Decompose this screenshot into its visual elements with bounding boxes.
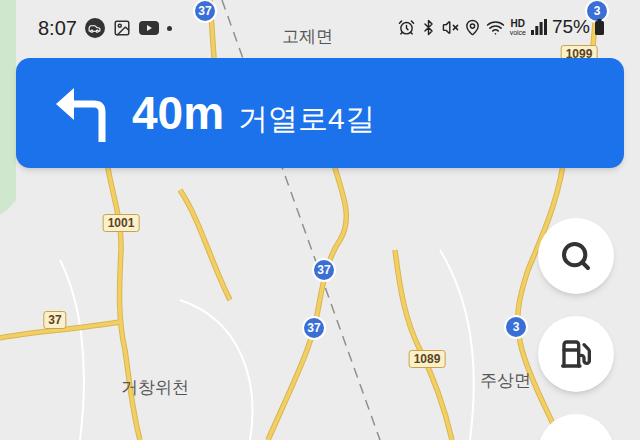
status-bar: 8:07 HDvoice 75% — [0, 0, 640, 58]
place-label: 고제면 — [282, 24, 333, 50]
local-route-shield: 1089 — [409, 350, 446, 368]
local-route-shield: 37 — [43, 311, 66, 329]
mute-icon — [442, 19, 459, 36]
list-button[interactable] — [538, 414, 614, 440]
search-button[interactable] — [538, 218, 614, 294]
local-route-shield: 1001 — [103, 214, 140, 232]
place-label: 거창위천 — [121, 375, 189, 401]
youtube-icon — [139, 20, 159, 36]
hd-voice-indicator: HDvoice — [510, 19, 526, 36]
street-name: 거열로4길 — [238, 104, 375, 134]
battery-icon — [595, 19, 604, 35]
national-route-shield: 37 — [193, 0, 217, 23]
gas-station-icon — [560, 338, 592, 370]
place-label: 주상면 — [480, 368, 531, 394]
bluetooth-icon — [420, 19, 437, 36]
national-route-shield: 3 — [504, 315, 528, 339]
battery-level: 75% — [552, 16, 590, 38]
map-controls — [538, 218, 614, 440]
distance: 40m — [132, 90, 224, 136]
alarm-icon — [398, 19, 415, 36]
gas-station-button[interactable] — [538, 316, 614, 392]
list-icon — [561, 437, 591, 440]
search-icon — [560, 240, 592, 272]
wifi-icon — [486, 18, 505, 37]
clock: 8:07 — [38, 16, 77, 40]
car-icon — [85, 18, 105, 38]
image-icon — [113, 19, 131, 37]
direction-banner[interactable]: 40m 거열로4길 — [16, 58, 624, 168]
notification-dot — [167, 26, 172, 31]
national-route-shield: 37 — [312, 258, 336, 282]
turn-left-icon — [52, 82, 114, 144]
location-icon — [464, 19, 481, 36]
national-route-shield: 37 — [302, 316, 326, 340]
navigation-screen: 고제면거창위천주상면37310991001373737310898:07HDvo… — [0, 0, 640, 440]
signal-icon — [531, 19, 547, 35]
